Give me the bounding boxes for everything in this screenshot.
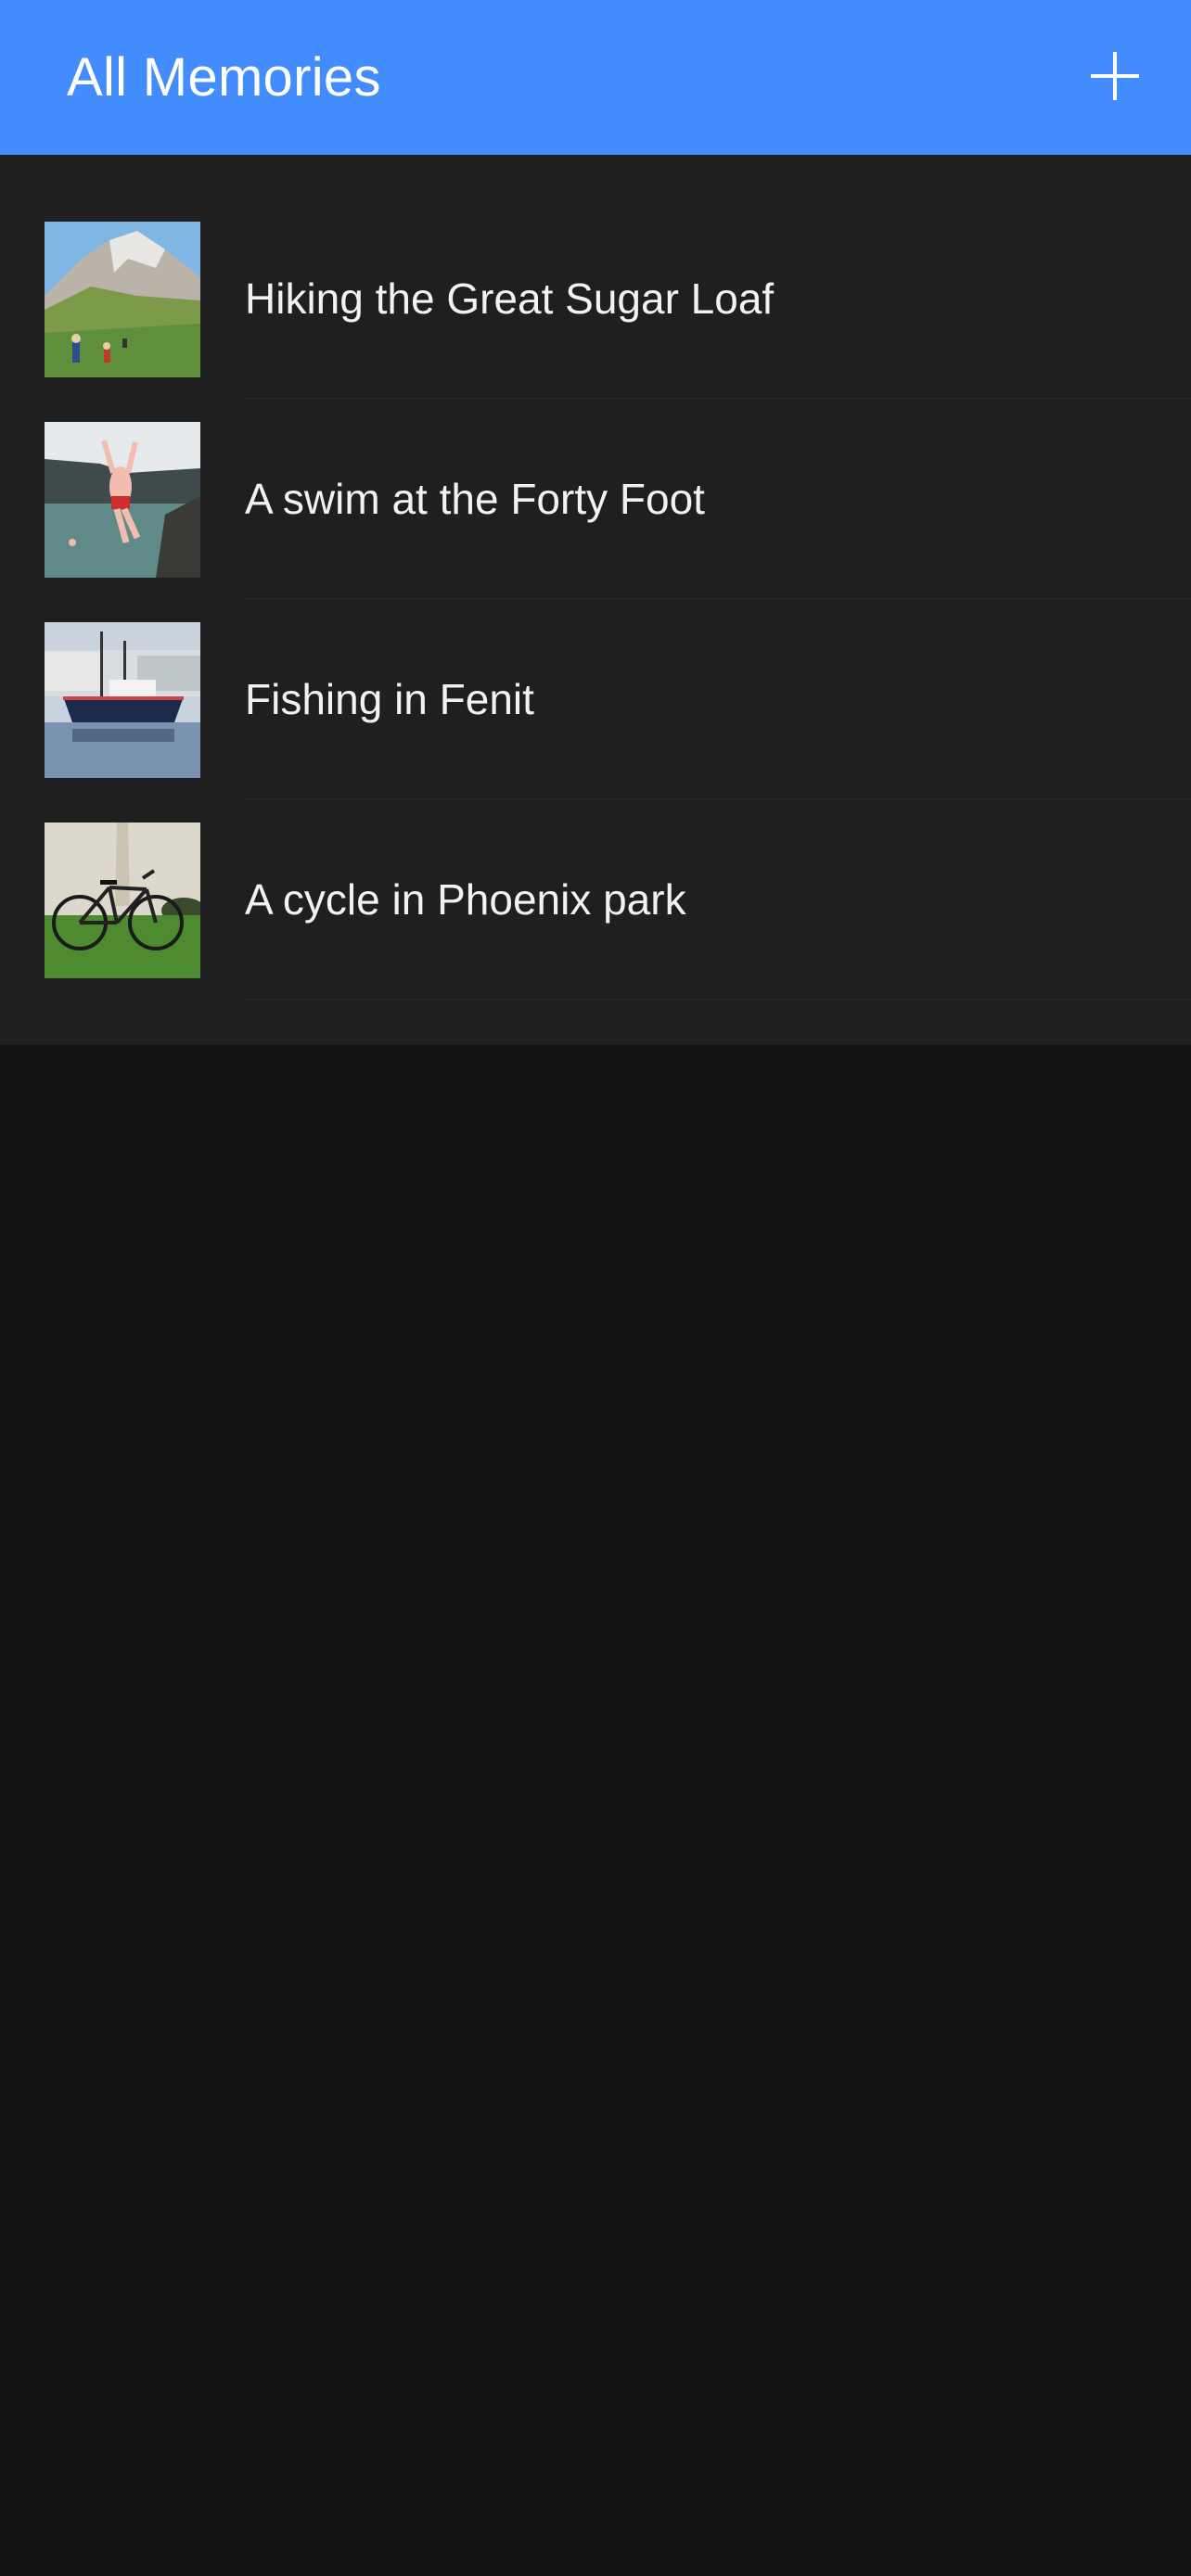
page-title: All Memories [67,47,381,108]
memory-thumbnail [45,222,200,377]
list-item[interactable]: Hiking the Great Sugar Loaf [0,199,1191,400]
mountain-hikers-photo [45,222,200,377]
memory-title: A swim at the Forty Foot [245,475,705,523]
list-item[interactable]: Fishing in Fenit [0,600,1191,800]
list-item[interactable]: A cycle in Phoenix park [0,800,1191,1001]
swimmer-jumping-photo [45,422,200,578]
app-header: All Memories [0,0,1191,155]
fishing-boat-harbour-photo [45,622,200,778]
memory-title: Fishing in Fenit [245,675,534,723]
list-item[interactable]: A swim at the Forty Foot [0,400,1191,600]
memory-title: A cycle in Phoenix park [245,875,686,924]
memories-list-panel: Hiking the Great Sugar Loaf A swim at th… [0,155,1191,1045]
row-divider [245,999,1191,1001]
memories-list: Hiking the Great Sugar Loaf A swim at th… [0,199,1191,1001]
memory-thumbnail [45,622,200,778]
memory-title: Hiking the Great Sugar Loaf [245,274,775,323]
plus-icon [1091,52,1139,100]
memory-thumbnail [45,823,200,978]
bicycle-park-photo [45,823,200,978]
add-memory-button[interactable] [1087,48,1143,104]
memory-thumbnail [45,422,200,578]
